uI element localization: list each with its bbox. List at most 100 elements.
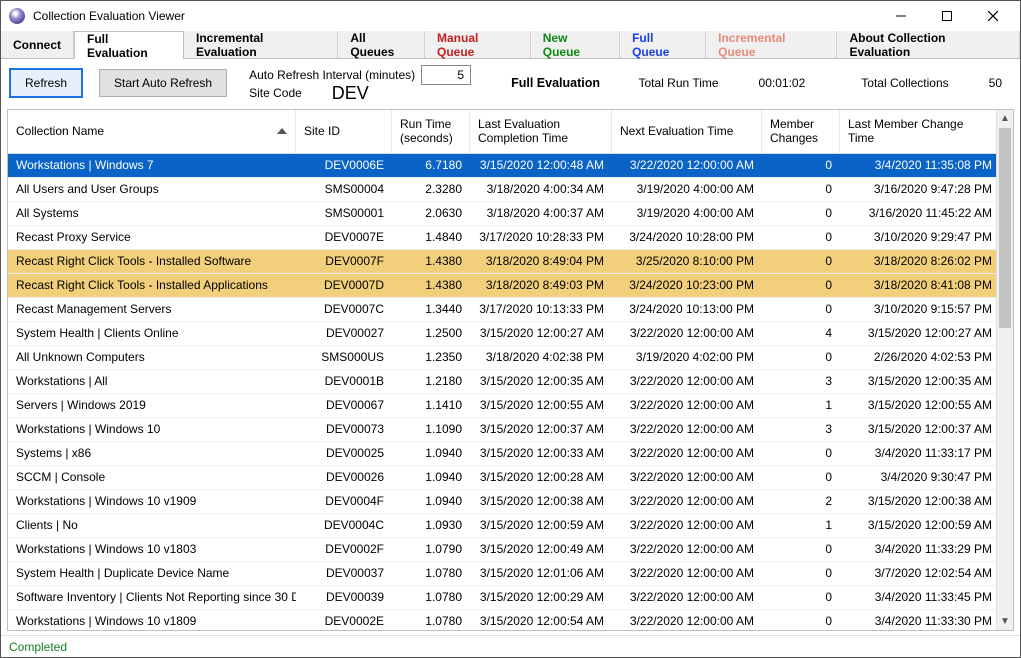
col-collection-name[interactable]: Collection Name — [8, 110, 296, 153]
cell-site: DEV0006E — [296, 154, 392, 177]
cell-last: 3/17/2020 10:28:33 PM — [470, 226, 612, 249]
cell-site: DEV0004C — [296, 514, 392, 537]
auto-refresh-interval-input[interactable] — [421, 65, 471, 85]
scroll-up-arrow[interactable]: ▲ — [997, 110, 1013, 127]
cell-mc: 4 — [762, 322, 840, 345]
table-row[interactable]: System Health | Clients OnlineDEV000271.… — [8, 322, 996, 346]
close-button[interactable] — [970, 1, 1016, 31]
col-run-time[interactable]: Run Time (seconds) — [392, 110, 470, 153]
table-row[interactable]: Recast Management ServersDEV0007C1.34403… — [8, 298, 996, 322]
table-row[interactable]: Software Inventory | Clients Not Reporti… — [8, 586, 996, 610]
table-row[interactable]: Workstations | Windows 10DEV000731.10903… — [8, 418, 996, 442]
cell-mc: 1 — [762, 514, 840, 537]
cell-name: Recast Right Click Tools - Installed App… — [8, 274, 296, 297]
cell-last: 3/18/2020 8:49:04 PM — [470, 250, 612, 273]
tab-full-evaluation[interactable]: Full Evaluation — [74, 31, 184, 59]
table-row[interactable]: All Unknown ComputersSMS000US1.23503/18/… — [8, 346, 996, 370]
cell-lmct: 2/26/2020 4:02:53 PM — [840, 346, 996, 369]
grid-container: Collection Name Site ID Run Time (second… — [7, 109, 1014, 631]
tab-full-queue[interactable]: Full Queue — [620, 31, 706, 58]
table-row[interactable]: Workstations | Windows 7DEV0006E6.71803/… — [8, 154, 996, 178]
table-row[interactable]: Recast Proxy ServiceDEV0007E1.48403/17/2… — [8, 226, 996, 250]
tab-about-collection-evaluation[interactable]: About Collection Evaluation — [837, 31, 1020, 58]
cell-site: DEV0007E — [296, 226, 392, 249]
current-queue-label: Full Evaluation — [511, 76, 600, 90]
cell-last: 3/15/2020 12:00:48 AM — [470, 154, 612, 177]
table-row[interactable]: Workstations | Windows 10 v1909DEV0004F1… — [8, 490, 996, 514]
cell-mc: 0 — [762, 610, 840, 630]
col-last-evaluation[interactable]: Last Evaluation Completion Time — [470, 110, 612, 153]
cell-name: Servers | Windows 2019 — [8, 394, 296, 417]
cell-run: 1.0940 — [392, 466, 470, 489]
cell-next: 3/24/2020 10:28:00 PM — [612, 226, 762, 249]
auto-refresh-block: Auto Refresh Interval (minutes) Site Cod… — [249, 65, 471, 101]
cell-mc: 3 — [762, 418, 840, 441]
cell-lmct: 3/4/2020 11:33:45 PM — [840, 586, 996, 609]
col-next-evaluation[interactable]: Next Evaluation Time — [612, 110, 762, 153]
cell-name: Recast Right Click Tools - Installed Sof… — [8, 250, 296, 273]
col-member-changes[interactable]: Member Changes — [762, 110, 840, 153]
scroll-thumb[interactable] — [999, 128, 1011, 328]
cell-run: 1.1090 — [392, 418, 470, 441]
table-row[interactable]: SCCM | ConsoleDEV000261.09403/15/2020 12… — [8, 466, 996, 490]
table-row[interactable]: Servers | Windows 2019DEV000671.14103/15… — [8, 394, 996, 418]
table-row[interactable]: Systems | x86DEV000251.09403/15/2020 12:… — [8, 442, 996, 466]
col-site-id[interactable]: Site ID — [296, 110, 392, 153]
cell-mc: 0 — [762, 226, 840, 249]
tab-new-queue[interactable]: New Queue — [531, 31, 620, 58]
site-code-label: Site Code — [249, 85, 302, 101]
cell-name: Recast Management Servers — [8, 298, 296, 321]
start-auto-refresh-button[interactable]: Start Auto Refresh — [99, 69, 227, 97]
cell-site: DEV0007C — [296, 298, 392, 321]
cell-name: Clients | No — [8, 514, 296, 537]
app-icon — [9, 8, 25, 24]
scroll-down-arrow[interactable]: ▼ — [997, 613, 1013, 630]
cell-last: 3/17/2020 10:13:33 PM — [470, 298, 612, 321]
cell-last: 3/15/2020 12:00:27 AM — [470, 322, 612, 345]
table-row[interactable]: Recast Right Click Tools - Installed Sof… — [8, 250, 996, 274]
maximize-button[interactable] — [924, 1, 970, 31]
cell-site: DEV00026 — [296, 466, 392, 489]
cell-last: 3/15/2020 12:00:35 AM — [470, 370, 612, 393]
cell-name: Systems | x86 — [8, 442, 296, 465]
cell-mc: 0 — [762, 154, 840, 177]
cell-run: 1.0780 — [392, 562, 470, 585]
table-row[interactable]: Clients | NoDEV0004C1.0930 3/15/2020 12:0… — [8, 514, 996, 538]
cell-site: DEV0001B — [296, 370, 392, 393]
minimize-button[interactable] — [878, 1, 924, 31]
tab-manual-queue[interactable]: Manual Queue — [425, 31, 531, 58]
cell-run: 1.1410 — [392, 394, 470, 417]
cell-mc: 0 — [762, 274, 840, 297]
cell-run: 1.0940 — [392, 442, 470, 465]
cell-mc: 0 — [762, 442, 840, 465]
cell-last: 3/15/2020 12:00:38 AM — [470, 490, 612, 513]
cell-lmct: 3/15/2020 12:00:59 AM — [840, 514, 996, 537]
cell-run: 1.4380 — [392, 250, 470, 273]
window-title: Collection Evaluation Viewer — [33, 9, 878, 23]
table-row[interactable]: Recast Right Click Tools - Installed App… — [8, 274, 996, 298]
table-row[interactable]: All SystemsSMS000012.06303/18/2020 4:00:… — [8, 202, 996, 226]
table-row[interactable]: Workstations | Windows 10 v1803DEV0002F1… — [8, 538, 996, 562]
table-row[interactable]: Workstations | Windows 10 v1809DEV0002E1… — [8, 610, 996, 630]
cell-run: 2.0630 — [392, 202, 470, 225]
cell-last: 3/15/2020 12:01:06 AM — [470, 562, 612, 585]
refresh-button[interactable]: Refresh — [9, 68, 83, 98]
cell-next: 3/22/2020 12:00:00 AM — [612, 562, 762, 585]
cell-site: DEV0007F — [296, 250, 392, 273]
tab-connect[interactable]: Connect — [1, 31, 74, 58]
tab-incremental-queue[interactable]: Incremental Queue — [706, 31, 837, 58]
cell-next: 3/22/2020 12:00:00 AM — [612, 586, 762, 609]
table-row[interactable]: System Health | Duplicate Device NameDEV… — [8, 562, 996, 586]
tab-incremental-evaluation[interactable]: Incremental Evaluation — [184, 31, 338, 58]
cell-name: All Systems — [8, 202, 296, 225]
cell-run: 1.0930 — [392, 514, 470, 537]
col-last-member-change[interactable]: Last Member Change Time — [840, 110, 996, 153]
cell-next: 3/24/2020 10:13:00 PM — [612, 298, 762, 321]
table-row[interactable]: All Users and User GroupsSMS000042.32803… — [8, 178, 996, 202]
cell-lmct: 3/15/2020 12:00:55 AM — [840, 394, 996, 417]
cell-lmct: 3/4/2020 11:33:29 PM — [840, 538, 996, 561]
tab-all-queues[interactable]: All Queues — [338, 31, 425, 58]
grid-body: Workstations | Windows 7DEV0006E6.71803/… — [8, 154, 996, 630]
vertical-scrollbar[interactable]: ▲ ▼ — [996, 110, 1013, 630]
table-row[interactable]: Workstations | AllDEV0001B1.21803/15/202… — [8, 370, 996, 394]
